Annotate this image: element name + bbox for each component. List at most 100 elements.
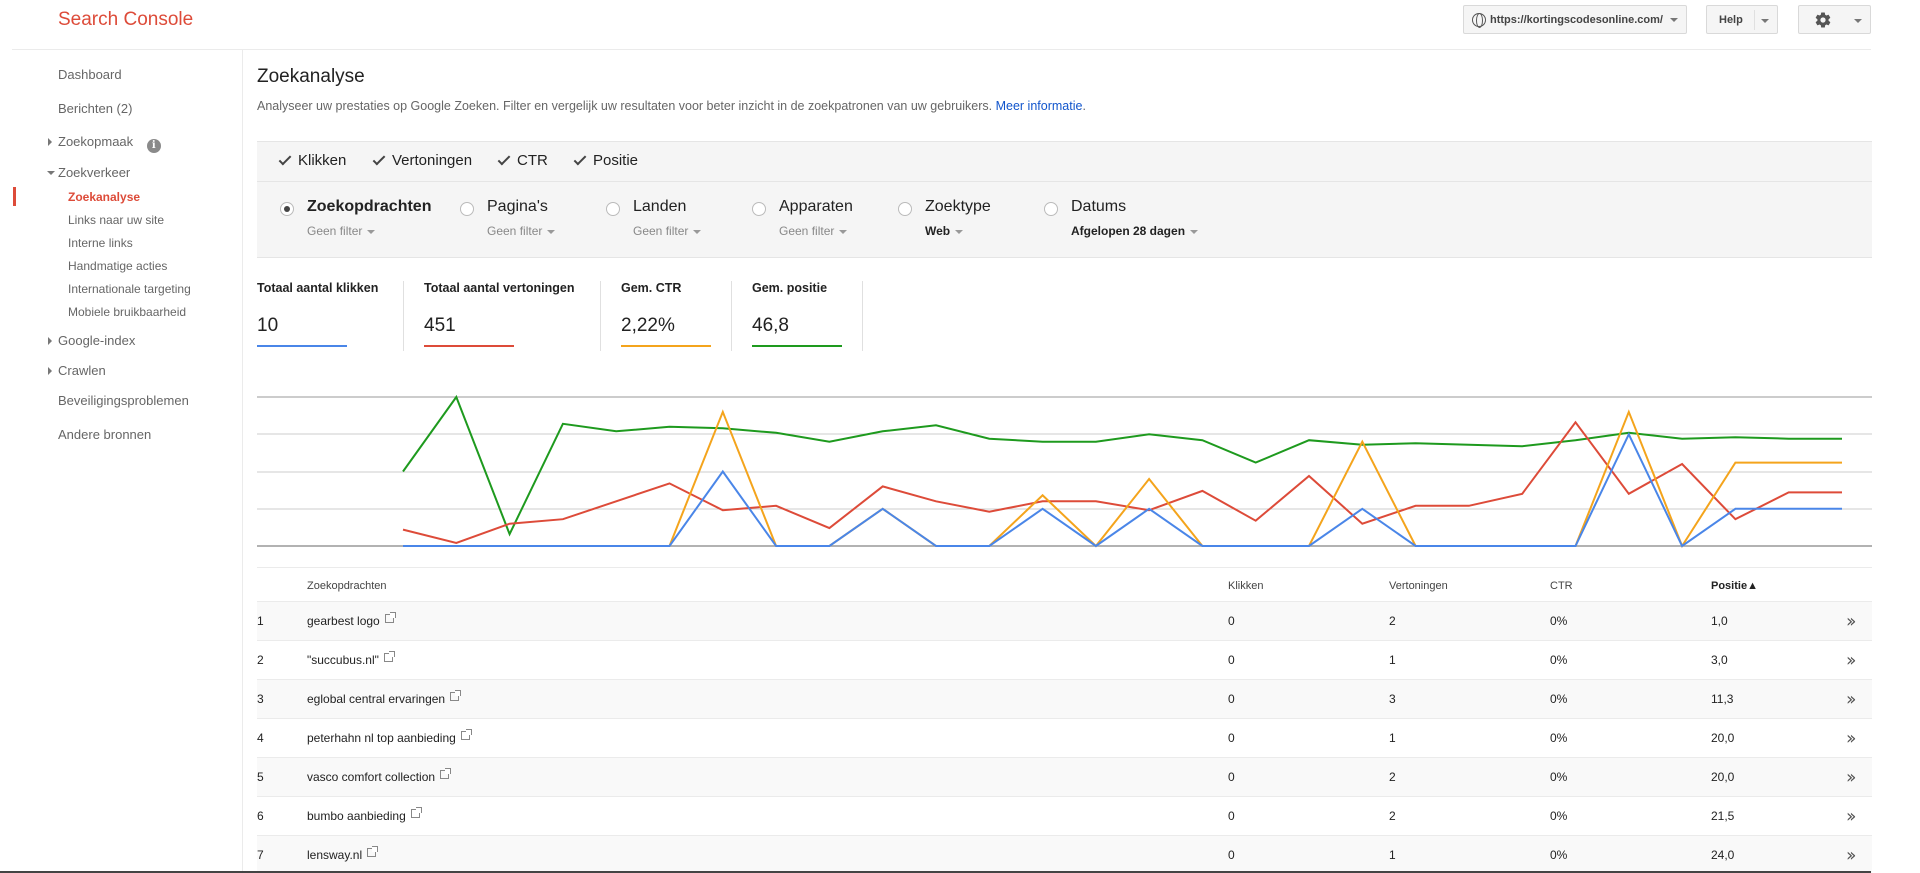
expand-row-icon[interactable]: ›› (1846, 650, 1857, 671)
top-bar: Search Console https://kortingscodesonli… (0, 0, 1920, 50)
expand-arrow-icon (48, 367, 52, 375)
expand-row-icon[interactable]: ›› (1846, 611, 1857, 632)
sidebar-item-andere-bronnen[interactable]: Andere bronnen (58, 427, 151, 442)
external-link-icon[interactable] (460, 729, 472, 740)
column-header-vertoningen[interactable]: Vertoningen (1389, 580, 1448, 592)
table-row[interactable]: 1 gearbest logo 0 2 0% 1,0 ›› (257, 602, 1872, 641)
table-row[interactable]: 5 vasco comfort collection 0 2 0% 20,0 ›› (257, 758, 1872, 797)
filter-dropdown[interactable]: Geen filter (633, 224, 702, 238)
external-link-icon[interactable] (440, 768, 452, 779)
expand-row-icon[interactable]: ›› (1846, 689, 1857, 710)
total-positie[interactable]: Gem. positie 46,8 (752, 281, 842, 347)
total-label: Totaal aantal klikken (257, 281, 379, 295)
position-cell: 24,0 (1711, 848, 1735, 862)
sidebar-item-zoekopmaak[interactable]: Zoekopmaak i (48, 134, 161, 153)
query-cell[interactable]: lensway.nl (307, 846, 379, 862)
external-link-icon[interactable] (384, 612, 396, 623)
filter-label: Geen filter (779, 224, 835, 238)
column-header-zoekopdrachten[interactable]: Zoekopdrachten (307, 580, 387, 592)
filter-label: Geen filter (633, 224, 689, 238)
sidebar-item-crawlen[interactable]: Crawlen (48, 363, 106, 378)
filter-dropdown[interactable]: Afgelopen 28 dagen (1071, 224, 1199, 238)
radio-button[interactable] (752, 202, 766, 216)
info-icon[interactable]: i (146, 139, 161, 153)
expand-row-icon[interactable]: ›› (1846, 845, 1857, 866)
total-value: 10 (257, 315, 279, 336)
sidebar-item-interne-links[interactable]: Interne links (68, 236, 133, 250)
column-header-ctr[interactable]: CTR (1550, 580, 1573, 592)
radio-button[interactable] (460, 202, 474, 216)
group-by-bar: Zoekopdrachten Geen filter Pagina's Geen… (257, 182, 1872, 258)
checkbox-positie[interactable]: Positie (574, 152, 638, 169)
radio-button[interactable] (606, 202, 620, 216)
filter-dropdown[interactable]: Geen filter (307, 224, 376, 238)
sidebar-item-beveiligingsproblemen[interactable]: Beveiligingsproblemen (58, 393, 189, 408)
group-label: Zoektype (925, 198, 991, 215)
expand-row-icon[interactable]: ›› (1846, 767, 1857, 788)
radio-button[interactable] (280, 202, 294, 216)
performance-chart[interactable] (257, 390, 1872, 550)
total-vertoningen[interactable]: Totaal aantal vertoningen 451 (424, 281, 575, 347)
sidebar-item-label: Crawlen (58, 363, 106, 378)
page-description: Analyseer uw prestaties op Google Zoeken… (257, 99, 1086, 113)
more-info-link[interactable]: Meer informatie (996, 99, 1083, 113)
external-link-icon[interactable] (383, 651, 395, 662)
query-cell[interactable]: eglobal central ervaringen (307, 690, 462, 706)
filter-label: Geen filter (487, 224, 543, 238)
sidebar-item-internationale-targeting[interactable]: Internationale targeting (68, 282, 191, 296)
sidebar-item-google-index[interactable]: Google-index (48, 333, 135, 348)
sidebar-item-zoekverkeer[interactable]: Zoekverkeer (47, 165, 131, 180)
total-klikken[interactable]: Totaal aantal klikken 10 (257, 281, 378, 347)
sidebar-item-berichten[interactable]: Berichten (2) (58, 101, 132, 116)
clicks-cell: 0 (1228, 692, 1235, 706)
sidebar-item-handmatige-acties[interactable]: Handmatige acties (68, 259, 167, 273)
position-cell: 20,0 (1711, 770, 1735, 784)
group-label: Pagina's (487, 198, 548, 215)
clicks-cell: 0 (1228, 731, 1235, 745)
external-link-icon[interactable] (410, 807, 422, 818)
total-ctr[interactable]: Gem. CTR 2,22% (621, 281, 711, 347)
sidebar-item-mobiele-bruikbaarheid[interactable]: Mobiele bruikbaarheid (68, 305, 186, 319)
table-row[interactable]: 3 eglobal central ervaringen 0 3 0% 11,3 ›› (257, 680, 1872, 719)
table-row[interactable]: 2 "succubus.nl" 0 1 0% 3,0 ›› (257, 641, 1872, 680)
external-link-icon[interactable] (450, 690, 462, 701)
checkbox-vertoningen[interactable]: Vertoningen (373, 152, 472, 169)
table-row[interactable]: 6 bumbo aanbieding 0 2 0% 21,5 ›› (257, 797, 1872, 836)
sidebar-item-dashboard[interactable]: Dashboard (58, 67, 122, 82)
filter-dropdown[interactable]: Geen filter (779, 224, 848, 238)
expand-row-icon[interactable]: ›› (1846, 728, 1857, 749)
brand-logo[interactable]: Search Console (58, 9, 193, 31)
impressions-cell: 3 (1389, 692, 1396, 706)
query-cell[interactable]: "succubus.nl" (307, 651, 395, 667)
help-button[interactable]: Help (1706, 5, 1778, 34)
table-row[interactable]: 4 peterhahn nl top aanbieding 0 1 0% 20,0 ›› (257, 719, 1872, 758)
checkbox-ctr[interactable]: CTR (498, 152, 548, 169)
query-cell[interactable]: vasco comfort collection (307, 768, 452, 784)
radio-button[interactable] (898, 202, 912, 216)
checkbox-klikken[interactable]: Klikken (279, 152, 346, 169)
row-number: 3 (257, 692, 264, 706)
radio-button[interactable] (1044, 202, 1058, 216)
query-cell[interactable]: bumbo aanbieding (307, 807, 422, 823)
site-selector[interactable]: https://kortingscodesonline.com/ (1463, 5, 1687, 34)
filter-label: Afgelopen 28 dagen (1071, 224, 1186, 238)
query-cell[interactable]: gearbest logo (307, 612, 396, 628)
expand-row-icon[interactable]: ›› (1846, 806, 1857, 827)
column-header-positie[interactable]: Positie▲ (1711, 580, 1758, 592)
impressions-cell: 1 (1389, 653, 1396, 667)
query-cell[interactable]: peterhahn nl top aanbieding (307, 729, 472, 745)
sidebar-item-links-naar-uw-site[interactable]: Links naar uw site (68, 213, 164, 227)
filter-dropdown[interactable]: Web (925, 224, 964, 238)
table-row[interactable]: 7 lensway.nl 0 1 0% 24,0 ›› (257, 836, 1872, 873)
sidebar-item-label: Zoekverkeer (58, 165, 131, 180)
filter-dropdown[interactable]: Geen filter (487, 224, 556, 238)
sidebar-item-zoekanalyse[interactable]: Zoekanalyse (68, 190, 140, 204)
globe-icon (1472, 12, 1486, 28)
impressions-cell: 2 (1389, 770, 1396, 784)
collapse-arrow-icon (47, 171, 55, 175)
external-link-icon[interactable] (367, 846, 379, 857)
divider (862, 281, 863, 351)
column-header-klikken[interactable]: Klikken (1228, 580, 1263, 592)
series-color-bar (424, 345, 514, 347)
settings-button[interactable] (1798, 5, 1871, 34)
